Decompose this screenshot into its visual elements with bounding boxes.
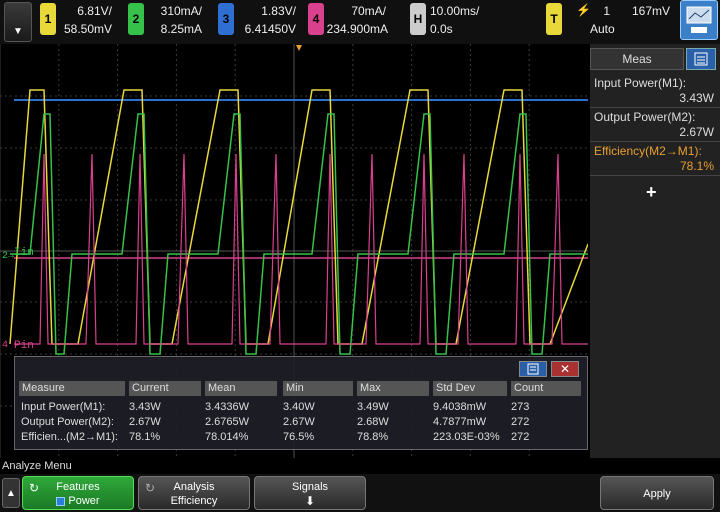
trigger-level: 167mV: [631, 4, 670, 18]
column-header: Std Dev: [433, 381, 507, 396]
arrow-down-icon: ⬇: [304, 494, 316, 508]
sidebar-item-label: Output Power(M2):: [594, 110, 696, 124]
refresh-icon: ↻: [145, 481, 156, 495]
trigger-position-marker[interactable]: [296, 45, 302, 51]
trigger-source: 1: [603, 4, 610, 18]
row-measure: Input Power(M1):: [21, 401, 106, 413]
column-header: Current: [129, 381, 201, 396]
row-current: 78.1%: [129, 431, 161, 443]
screenshot-app-icon[interactable]: [680, 0, 718, 40]
channel-1-scale: 6.81V/: [77, 4, 112, 18]
row-std-dev: 4.7877mW: [433, 416, 487, 428]
channel-3-badge[interactable]: 3: [218, 3, 234, 35]
svg-text:2→: 2→: [2, 251, 14, 262]
row-std-dev: 223.03E-03%: [433, 431, 500, 443]
softkey-value: Efficiency: [170, 495, 218, 507]
sidebar-item-value: 2.67W: [679, 125, 714, 139]
signals-softkey[interactable]: Signals ⬇: [254, 476, 366, 510]
row-count: 272: [511, 416, 530, 428]
channel-1-badge[interactable]: 1: [40, 3, 56, 35]
list-icon[interactable]: [686, 48, 716, 70]
row-mean: 3.4336W: [205, 401, 250, 413]
trigger-badge[interactable]: T: [546, 3, 562, 35]
column-header: Count: [511, 381, 581, 396]
row-max: 2.68W: [357, 416, 389, 428]
delay-value: 0.0s: [430, 22, 453, 36]
table-list-icon[interactable]: [519, 361, 547, 377]
row-count: 272: [511, 431, 530, 443]
sidebar-item-input-power[interactable]: Input Power(M1): 3.43W: [590, 74, 720, 108]
row-measure: Output Power(M2):: [21, 416, 114, 428]
channel-2-scale: 310mA/: [160, 4, 202, 18]
softkey-value: Power: [23, 494, 133, 508]
row-max: 3.49W: [357, 401, 389, 413]
analysis-softkey[interactable]: ↻ Analysis Efficiency: [138, 476, 250, 510]
channel-4-scale: 70mA/: [351, 4, 386, 18]
menu-title: Analyze Menu: [2, 460, 72, 472]
row-mean: 2.6765W: [205, 416, 250, 428]
channel-3-scale: 1.83V/: [261, 4, 296, 18]
row-current: 3.43W: [129, 401, 161, 413]
column-header: Measure: [19, 381, 125, 396]
main-menu-button[interactable]: ▼: [4, 2, 32, 42]
row-mean: 78.014%: [205, 431, 249, 443]
softkey-label: Features: [56, 481, 100, 493]
row-min: 76.5%: [283, 431, 315, 443]
apply-button[interactable]: Apply: [600, 476, 714, 510]
measurement-sidebar: Meas Input Power(M1): 3.43W Output Power…: [590, 44, 720, 458]
row-count: 273: [511, 401, 530, 413]
back-button[interactable]: ▲: [2, 478, 20, 508]
sidebar-item-value: 78.1%: [679, 159, 714, 173]
sidebar-item-output-power[interactable]: Output Power(M2): 2.67W: [590, 108, 720, 142]
column-header: Mean: [205, 381, 277, 396]
row-measure: Efficien...(M2→M1):: [21, 431, 118, 443]
row-current: 2.67W: [129, 416, 161, 428]
pin-trace-label: Pin: [14, 340, 34, 352]
sidebar-item-efficiency[interactable]: Efficiency(M2→M1): 78.1%: [590, 142, 720, 176]
arrow-up-icon: ▲: [6, 487, 16, 499]
sidebar-item-value: 3.43W: [679, 91, 714, 105]
svg-text:4: 4: [2, 340, 8, 351]
horizontal-badge[interactable]: H: [410, 3, 426, 35]
column-header: Max: [357, 381, 429, 396]
add-measurement-button[interactable]: +: [646, 182, 657, 203]
chevron-down-icon: ▼: [13, 26, 23, 37]
softkey-bar: ▲ ↻ Features Power ↻ Analysis Efficiency…: [0, 474, 720, 512]
softkey-label: Signals: [291, 481, 329, 493]
channel-4-badge[interactable]: 4: [308, 3, 324, 35]
row-min: 2.67W: [283, 416, 315, 428]
timebase-value: 10.00ms/: [430, 4, 480, 18]
status-bar: ▼ 1 6.81V/ 58.50mV 2 310mA/ 8.25mA 3 1.8…: [0, 0, 720, 44]
refresh-icon: ↻: [29, 481, 40, 495]
sidebar-title[interactable]: Meas: [590, 48, 684, 70]
iin-trace-label: Iin: [14, 247, 34, 259]
sidebar-item-label: Input Power(M1):: [594, 76, 687, 90]
trigger-edge-icon: ⚡: [576, 3, 591, 17]
trigger-mode: Auto: [590, 22, 615, 36]
channel-3-offset: 6.41450V: [244, 22, 296, 36]
column-header: Min: [283, 381, 353, 396]
row-min: 3.40W: [283, 401, 315, 413]
channel-2-offset: 8.25mA: [160, 22, 202, 36]
checkbox-icon: [56, 496, 66, 506]
softkey-label: Analysis: [173, 481, 215, 493]
channel-2-badge[interactable]: 2: [128, 3, 144, 35]
row-max: 78.8%: [357, 431, 389, 443]
features-softkey[interactable]: ↻ Features Power: [22, 476, 134, 510]
channel-1-offset: 58.50mV: [63, 22, 112, 36]
measurement-table: ✕ Measure Current Mean Min Max Std Dev C…: [14, 356, 588, 450]
close-icon[interactable]: ✕: [551, 361, 579, 377]
sidebar-item-label: Efficiency(M2→M1):: [594, 144, 702, 158]
channel-4-offset: 234.900mA: [326, 22, 388, 36]
row-std-dev: 9.4038mW: [433, 401, 487, 413]
